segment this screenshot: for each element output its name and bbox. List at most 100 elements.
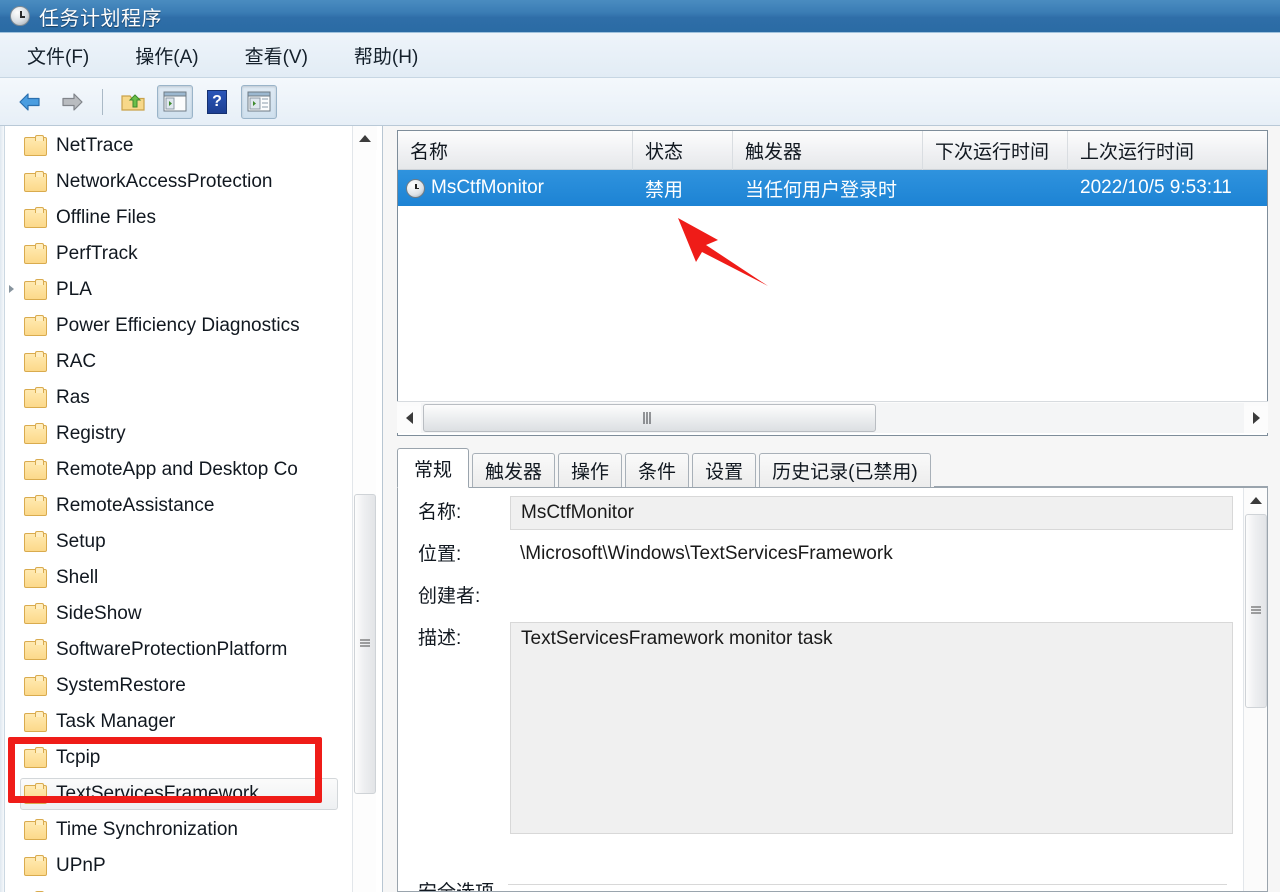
task-scheduler-window: 任务计划程序 文件(F) 操作(A) 查看(V) 帮助(H) ? NetTrac… [0, 0, 1280, 892]
tree-item-softwareprotectionplatform[interactable]: SoftwareProtectionPlatform [6, 632, 351, 668]
tree-item-upnp[interactable]: UPnP [6, 848, 351, 884]
label-description: 描述: [418, 628, 462, 649]
tree-item-task-manager[interactable]: Task Manager [6, 704, 351, 740]
tree-item-label: SoftwareProtectionPlatform [56, 639, 288, 660]
tree-item-time-synchronization[interactable]: Time Synchronization [6, 812, 351, 848]
tree-scrollbar-thumb[interactable] [354, 494, 376, 794]
details-vertical-scrollbar[interactable] [1243, 488, 1267, 891]
column-header-last-run-time[interactable]: 上次运行时间 [1068, 131, 1267, 170]
folder-icon [24, 422, 47, 444]
tree-item-registry[interactable]: Registry [6, 416, 351, 452]
column-header-name[interactable]: 名称 [398, 130, 633, 170]
tree-item-label: RemoteAssistance [56, 495, 215, 516]
tree-item-systemrestore[interactable]: SystemRestore [6, 668, 351, 704]
task-description-field[interactable]: TextServicesFramework monitor task [510, 622, 1233, 834]
menu-file[interactable]: 文件(F) [22, 39, 94, 72]
tree-item-label: Task Manager [56, 711, 176, 732]
task-list-horizontal-scrollbar[interactable] [397, 401, 1268, 433]
up-one-level-button[interactable] [115, 85, 151, 119]
scroll-up-icon[interactable] [353, 126, 377, 150]
details-scrollbar-thumb[interactable] [1245, 514, 1267, 708]
folder-icon [24, 206, 47, 228]
help-icon: ? [207, 89, 227, 114]
grip-icon [1251, 606, 1261, 616]
show-hide-tree-pane-button[interactable] [157, 84, 193, 119]
up-folder-icon [120, 91, 146, 113]
console-tree-pane: NetTrace NetworkAccessProtection Offline… [0, 126, 383, 892]
label-name: 名称: [418, 502, 462, 523]
toolbar: ? [0, 78, 1280, 126]
tree-item-offline-files[interactable]: Offline Files [6, 200, 351, 236]
grip-icon [643, 411, 655, 424]
scroll-left-icon[interactable] [397, 405, 421, 430]
hscroll-track[interactable] [421, 402, 1244, 433]
tree-item-label: Ras [56, 387, 90, 408]
column-header-status[interactable]: 状态 [633, 130, 733, 170]
tree-item-label: SideShow [56, 603, 142, 624]
tree-vertical-scrollbar[interactable] [352, 126, 377, 892]
toolbar-separator [102, 88, 103, 115]
forward-button[interactable] [54, 85, 90, 119]
tree-item-setup[interactable]: Setup [6, 524, 351, 560]
tree-item-power-efficiency-diagnostics[interactable]: Power Efficiency Diagnostics [6, 308, 351, 344]
tab-conditions[interactable]: 条件 [625, 453, 690, 487]
folder-icon [24, 746, 47, 768]
chevron-right-icon[interactable] [9, 285, 14, 293]
show-action-pane-button[interactable] [241, 84, 277, 119]
scroll-right-icon[interactable] [1244, 405, 1268, 430]
column-header-triggers[interactable]: 触发器 [733, 130, 923, 170]
task-status-cell: 禁用 [645, 179, 684, 201]
tree-item-ras[interactable]: Ras [6, 380, 351, 416]
task-next-run-cell [923, 170, 1068, 206]
tree-item-label: PLA [56, 279, 92, 300]
back-button[interactable] [12, 85, 48, 119]
folder-icon [24, 782, 47, 804]
menu-view[interactable]: 查看(V) [240, 39, 313, 72]
tree-item-nettrace[interactable]: NetTrace [6, 128, 351, 164]
folder-icon [24, 602, 47, 624]
tree-item-networkaccessprotection[interactable]: NetworkAccessProtection [6, 164, 351, 200]
menu-action[interactable]: 操作(A) [130, 39, 203, 72]
tab-settings[interactable]: 设置 [692, 453, 757, 487]
task-row[interactable]: MsCtfMonitor 禁用 当任何用户登录时 2022/10/5 9:53:… [398, 170, 1267, 206]
task-name-field[interactable]: MsCtfMonitor [510, 496, 1233, 530]
tree-item-tcpip[interactable]: Tcpip [6, 740, 351, 776]
clock-icon [10, 6, 30, 26]
menu-help[interactable]: 帮助(H) [349, 39, 423, 72]
tree-item-user-profile-service[interactable]: User Profile Service [6, 884, 351, 892]
tree-item-pla[interactable]: PLA [6, 272, 351, 308]
tab-general[interactable]: 常规 [397, 448, 470, 488]
tree-item-rac[interactable]: RAC [6, 344, 351, 380]
general-tab-panel: 名称: MsCtfMonitor 位置: \Microsoft\Windows\… [397, 488, 1268, 892]
tree-item-remoteapp-and-desktop-connection[interactable]: RemoteApp and Desktop Co [6, 452, 351, 488]
label-location: 位置: [418, 544, 462, 565]
tree-item-sideshow[interactable]: SideShow [6, 596, 351, 632]
security-options-label: 安全选项 [418, 877, 494, 891]
tree-item-label: TextServicesFramework [56, 783, 259, 804]
tree-item-perftrack[interactable]: PerfTrack [6, 236, 351, 272]
tree-item-label: Setup [56, 531, 106, 552]
folder-icon [24, 566, 47, 588]
column-header-next-run-time[interactable]: 下次运行时间 [923, 130, 1068, 170]
section-divider [508, 884, 1227, 885]
tab-history[interactable]: 历史记录(已禁用) [759, 453, 931, 487]
grip-icon [360, 639, 370, 649]
task-clock-icon [406, 178, 425, 198]
tree-item-textservicesframework[interactable]: TextServicesFramework [6, 776, 351, 812]
scroll-up-icon[interactable] [1244, 488, 1267, 512]
tree-item-label: Time Synchronization [56, 819, 238, 840]
folder-icon [24, 314, 47, 336]
tree-item-label: UPnP [56, 855, 106, 876]
show-hide-tree-pane-icon [163, 91, 187, 112]
main-content: NetTrace NetworkAccessProtection Offline… [0, 126, 1280, 892]
hscroll-thumb[interactable] [423, 403, 876, 432]
help-button[interactable]: ? [199, 85, 235, 119]
tab-triggers[interactable]: 触发器 [472, 453, 556, 487]
folder-icon [24, 242, 47, 264]
tab-actions[interactable]: 操作 [558, 453, 623, 487]
tree-item-label: Tcpip [56, 747, 101, 768]
folder-icon [24, 818, 47, 840]
tree-item-remoteassistance[interactable]: RemoteAssistance [6, 488, 351, 524]
tree-item-shell[interactable]: Shell [6, 560, 351, 596]
tree-pane-edge [0, 126, 5, 892]
